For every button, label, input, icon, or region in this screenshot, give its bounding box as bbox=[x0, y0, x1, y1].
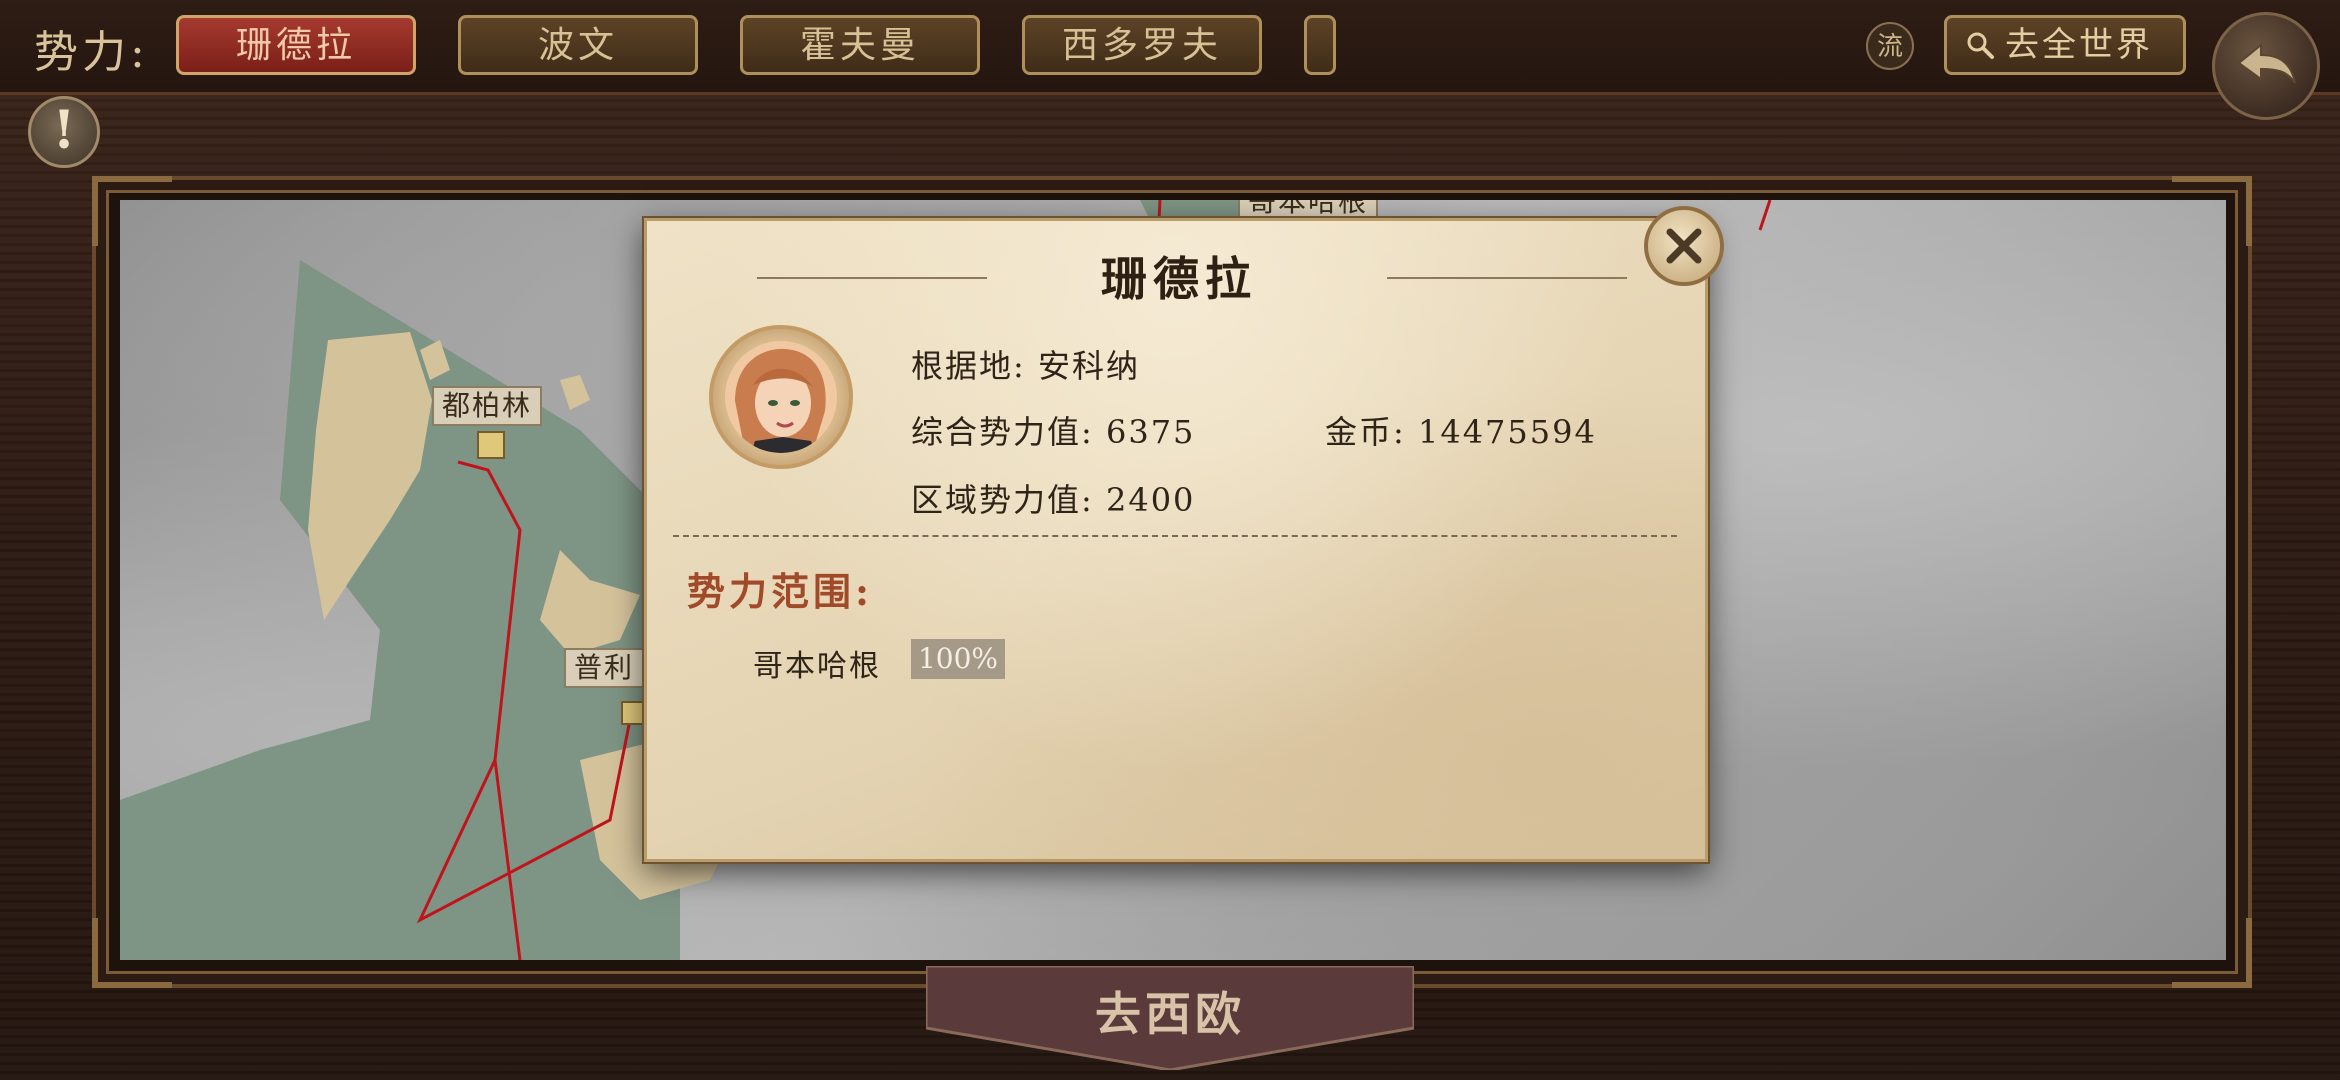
exclamation-icon[interactable]: ! bbox=[28, 96, 100, 168]
total-power-value: 6375 bbox=[1105, 413, 1196, 451]
faction-label: 势力: bbox=[34, 27, 149, 78]
base-label: 根据地: bbox=[911, 347, 1026, 385]
top-bar: 势力: 珊德拉 波文 霍夫曼 西多罗夫 流 去全世界 bbox=[0, 0, 2340, 95]
base-value: 安科纳 bbox=[1037, 347, 1140, 385]
tab-hoffman[interactable]: 霍夫曼 bbox=[740, 15, 980, 75]
region-power-label: 区域势力值: bbox=[911, 481, 1094, 519]
region-power-value: 2400 bbox=[1105, 481, 1196, 519]
avatar-frame bbox=[709, 325, 853, 469]
total-power-label: 综合势力值: bbox=[911, 413, 1094, 451]
tab-partial[interactable] bbox=[1304, 15, 1336, 75]
tab-sandra[interactable]: 珊德拉 bbox=[176, 15, 416, 75]
go-world-button[interactable]: 去全世界 bbox=[1944, 15, 2186, 75]
tab-bowen[interactable]: 波文 bbox=[458, 15, 698, 75]
portrait-image bbox=[725, 341, 837, 453]
dashed-divider bbox=[673, 535, 1677, 537]
close-icon bbox=[1666, 228, 1702, 264]
influence-range-title: 势力范围: bbox=[687, 569, 874, 614]
back-button[interactable] bbox=[2212, 12, 2320, 120]
range-percent-badge: 100% bbox=[911, 639, 1005, 679]
city-label-dublin[interactable]: 都柏林 bbox=[432, 386, 543, 426]
gold-label: 金币: bbox=[1325, 413, 1406, 451]
faction-info-dialog: 珊德拉 根据地: 安科纳 综合势力值: 6375 金币: 14475594 区域… bbox=[644, 218, 1708, 862]
dialog-title: 珊德拉 bbox=[1101, 252, 1257, 306]
go-west-europe-label: 去西欧 bbox=[1095, 987, 1245, 1041]
gold-value: 14475594 bbox=[1417, 413, 1597, 451]
flow-button[interactable]: 流 bbox=[1866, 22, 1914, 70]
back-arrow-icon bbox=[2237, 42, 2296, 84]
search-icon bbox=[1967, 32, 1994, 59]
range-city: 哥本哈根 bbox=[753, 649, 881, 684]
close-button[interactable] bbox=[1644, 206, 1724, 286]
avatar bbox=[725, 341, 837, 453]
go-world-label: 去全世界 bbox=[2005, 25, 2153, 65]
go-west-europe-button[interactable]: 去西欧 bbox=[924, 964, 1416, 1072]
tab-sidorov[interactable]: 西多罗夫 bbox=[1022, 15, 1262, 75]
city-label-puli[interactable]: 普利 bbox=[564, 648, 645, 688]
